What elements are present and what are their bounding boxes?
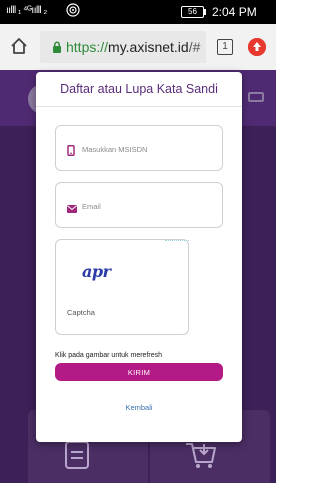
opera-menu-icon[interactable] (248, 38, 266, 56)
tab-switcher-button[interactable]: 1 (217, 39, 233, 55)
url-path: /# (188, 39, 201, 55)
browser-toolbar: https://my.axisnet.id/# 1 (0, 24, 276, 70)
back-link[interactable]: Kembali (36, 403, 242, 412)
phone-icon (67, 143, 75, 161)
url-text: https://my.axisnet.id/# (66, 39, 200, 55)
divider (36, 106, 242, 107)
submit-button[interactable]: KIRIM (55, 363, 223, 381)
url-host: my.axisnet.id (108, 39, 189, 55)
menu-icon (248, 92, 264, 102)
captcha-label: Captcha (67, 308, 95, 317)
home-icon[interactable] (9, 36, 29, 56)
refresh-hint: Klik pada gambar untuk merefresh (55, 352, 162, 359)
battery-tip (204, 9, 206, 15)
msisdn-field[interactable] (55, 125, 223, 171)
envelope-icon (67, 200, 77, 218)
lock-icon (52, 40, 62, 58)
document-icon (64, 440, 90, 475)
captcha-refresh-indicator (165, 240, 189, 241)
captcha-box[interactable]: apr Captcha (55, 239, 189, 335)
captcha-image[interactable]: apr (82, 262, 111, 281)
msisdn-input[interactable] (82, 140, 214, 158)
cart-icon (184, 438, 218, 475)
battery-icon: 56 (181, 6, 204, 18)
signal-icon: ıılll ₁ ⁴ᴳıılll ₂ (6, 5, 47, 16)
url-protocol: https:// (66, 39, 109, 55)
email-input[interactable] (82, 197, 214, 215)
clock: 2:04 PM (212, 5, 257, 19)
register-forgot-password-dialog: Daftar atau Lupa Kata Sandi apr Captcha … (36, 72, 242, 442)
status-bar: ıılll ₁ ⁴ᴳıılll ₂ 56 2:04 PM (0, 0, 276, 24)
dialog-title: Daftar atau Lupa Kata Sandi (60, 82, 218, 96)
email-field[interactable] (55, 182, 223, 228)
wifi-icon (66, 3, 80, 20)
address-bar[interactable]: https://my.axisnet.id/# (40, 31, 206, 63)
